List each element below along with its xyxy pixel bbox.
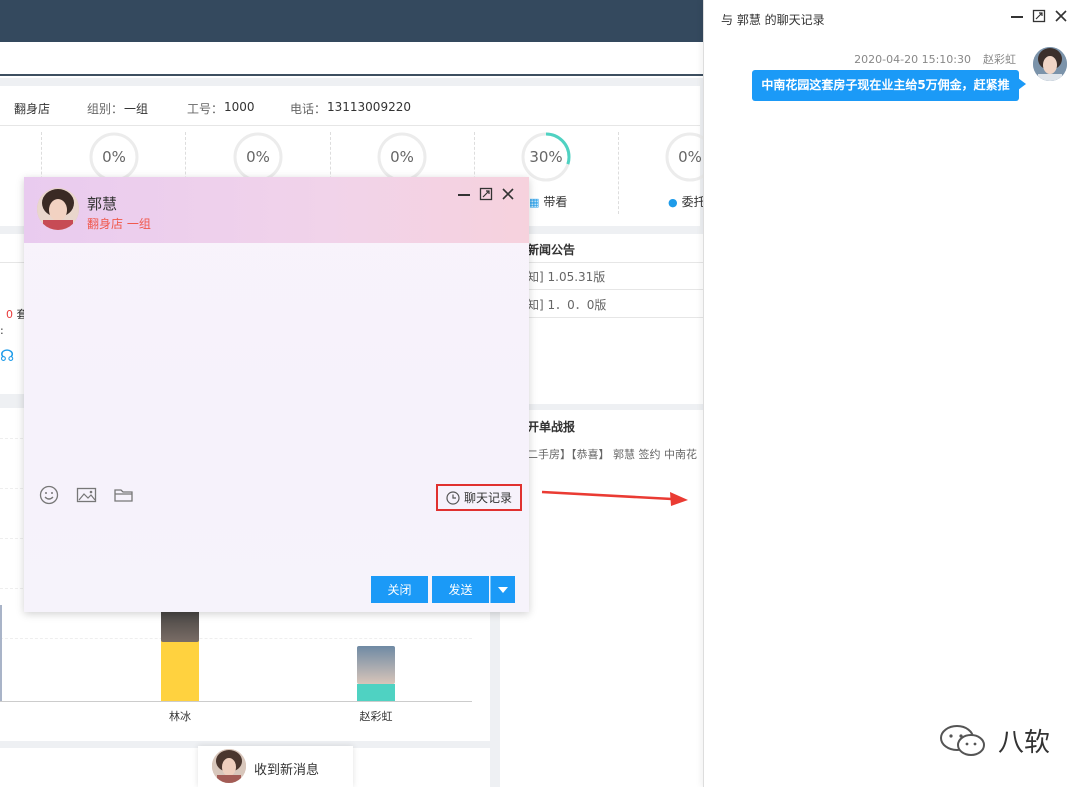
caret-down-icon <box>498 586 508 593</box>
news-divider <box>500 317 703 318</box>
notification-text: 收到新消息 <box>254 763 320 778</box>
colon-text: : <box>0 324 4 337</box>
send-options-button[interactable] <box>490 576 515 603</box>
phone-value: 13113009220 <box>327 100 411 114</box>
chart-gridline <box>0 638 472 639</box>
group-value: 一组 <box>124 102 149 116</box>
close-button[interactable]: 关闭 <box>371 576 428 603</box>
bar-label: 林冰 <box>169 710 191 723</box>
chart-bar <box>161 640 199 701</box>
image-icon[interactable] <box>76 485 98 507</box>
sender-avatar <box>1033 47 1067 81</box>
emoji-icon[interactable] <box>39 485 61 507</box>
new-message-notification[interactable]: 收到新消息 <box>198 746 353 787</box>
minimize-icon[interactable] <box>1009 9 1025 25</box>
gauge: 0% <box>89 132 139 182</box>
news-divider <box>500 262 703 263</box>
folder-icon[interactable] <box>113 485 135 507</box>
history-title: 与 郭慧 的聊天记录 <box>721 13 825 27</box>
user-icon: ● <box>668 196 678 209</box>
battle-title: 开单战报 <box>527 420 576 434</box>
minimize-icon[interactable] <box>456 187 472 203</box>
contact-name: 郭慧 <box>87 195 118 213</box>
chat-history-panel: 与 郭慧 的聊天记录 2020-04-20 15:10:30 赵彩虹 中南花园这套… <box>703 0 1080 787</box>
gauge: 0% <box>233 132 283 182</box>
top-navigation-bar <box>0 0 705 42</box>
news-panel <box>500 234 703 404</box>
message-meta: 2020-04-20 15:10:30 赵彩虹 <box>842 51 1016 67</box>
contact-group: 翻身店 一组 <box>87 217 151 231</box>
chart-bar <box>357 684 395 701</box>
wechat-icon <box>940 724 985 756</box>
watermark-text: 八软 <box>998 728 1051 758</box>
gauge-label-entrust: ● 委托 <box>668 195 706 209</box>
chat-window: 郭慧 翻身店 一组 聊天记录 关闭 发送 <box>24 177 529 612</box>
message-bubble[interactable]: 中南花园这套房子现在业主给5万佣金，赶紧推 <box>752 70 1026 101</box>
info-divider <box>0 125 700 126</box>
gauge: 0% <box>377 132 427 182</box>
bar-label: 赵彩虹 <box>359 710 393 723</box>
group-key: 组别： <box>87 102 124 116</box>
chat-history-label: 聊天记录 <box>463 491 512 505</box>
chart-baseline <box>0 701 472 702</box>
chat-header: 郭慧 翻身店 一组 <box>24 177 529 243</box>
message-sender: 赵彩虹 <box>983 53 1016 66</box>
grid-icon: ▦ <box>529 196 540 209</box>
battle-item: 二手房】【恭喜】 郭慧 签约 中南花 <box>527 448 697 461</box>
bar-avatar <box>357 646 395 684</box>
watermark: 八软 <box>938 722 1050 759</box>
news-item[interactable]: 知] 1．0．0版 <box>527 296 606 313</box>
maximize-icon[interactable] <box>1031 9 1047 25</box>
contact-avatar[interactable] <box>37 188 79 230</box>
notification-avatar <box>212 749 246 783</box>
id-key: 工号： <box>187 102 224 116</box>
gauge-divider <box>618 132 619 214</box>
gauge-percent: 30% <box>529 148 563 166</box>
id-value: 1000 <box>224 100 255 114</box>
news-divider <box>500 289 703 290</box>
maximize-icon[interactable] <box>478 187 494 203</box>
red-arrow-annotation <box>541 490 688 506</box>
gauge: 30% <box>521 132 571 182</box>
sub-navigation-bar <box>0 42 703 76</box>
clock-icon <box>446 490 460 505</box>
store-value: 翻身店 <box>14 102 51 116</box>
news-title: 新闻公告 <box>527 243 576 257</box>
battle-report-panel <box>500 410 703 787</box>
chat-history-button[interactable]: 聊天记录 <box>436 484 522 511</box>
gauge-percent: 0% <box>102 148 126 166</box>
send-button[interactable]: 发送 <box>432 576 489 603</box>
stats-icon: ☊ <box>0 346 15 365</box>
count-value: 0 <box>6 308 13 321</box>
gauge-label-view: ▦ 带看 <box>529 195 568 209</box>
avatar-image <box>37 188 79 230</box>
close-icon[interactable] <box>500 187 516 203</box>
gauge-percent: 0% <box>246 148 270 166</box>
close-icon[interactable] <box>1053 9 1069 25</box>
news-item[interactable]: 知] 1.05.31版 <box>527 268 605 285</box>
chart-bar <box>0 605 2 701</box>
message-time: 2020-04-20 15:10:30 <box>854 53 971 66</box>
phone-key: 电话： <box>290 102 327 116</box>
gauge-percent: 0% <box>390 148 414 166</box>
